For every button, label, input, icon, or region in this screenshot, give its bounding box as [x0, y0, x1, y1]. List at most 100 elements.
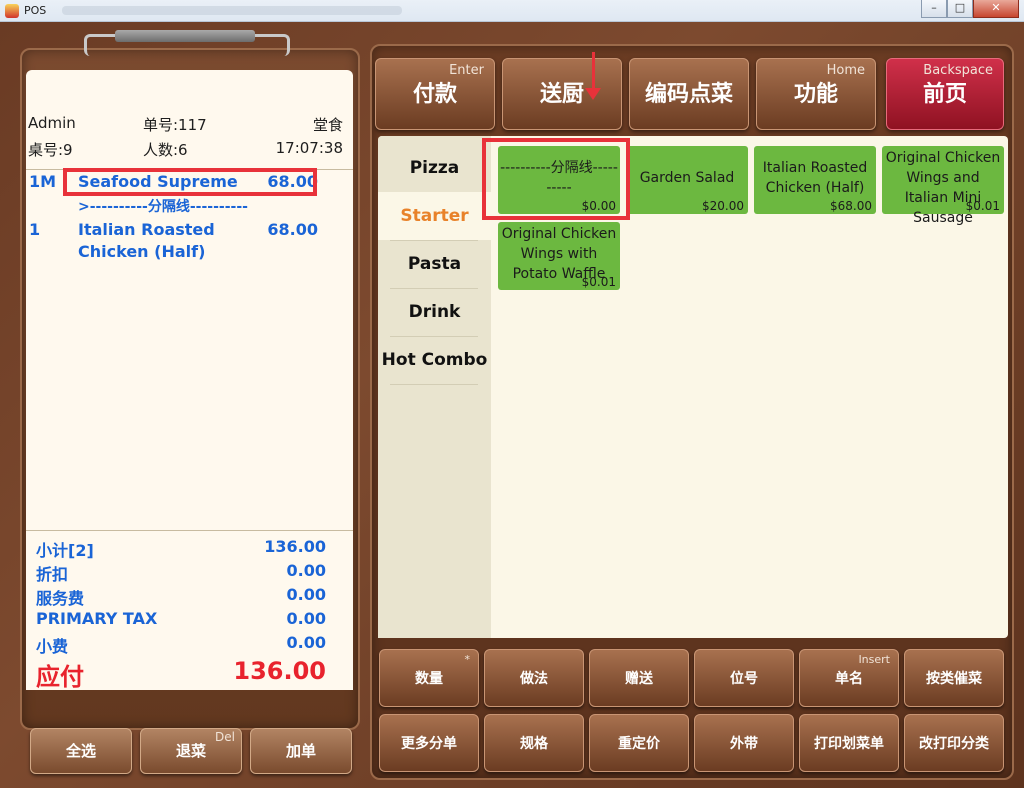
order-line-name: Italian Roasted: [78, 220, 215, 239]
select-all-button[interactable]: 全选: [30, 728, 132, 774]
order-line-qty: 1: [29, 220, 41, 239]
tax-row: PRIMARY TAX 0.00: [36, 609, 326, 628]
seat-number-button[interactable]: 位号: [694, 649, 794, 707]
add-order-label: 加单: [285, 742, 316, 760]
rush-by-category-button[interactable]: 按类催菜: [904, 649, 1004, 707]
separator-text: >----------分隔线----------: [78, 199, 248, 215]
order-line-price: 68.00: [267, 220, 318, 239]
quantity-button[interactable]: * 数量: [379, 649, 479, 707]
subtotal-label: 小计[2]: [36, 541, 94, 560]
dish-name: Italian Roasted Chicken (Half): [762, 160, 868, 196]
category-pizza[interactable]: Pizza: [378, 144, 491, 192]
order-line-separator[interactable]: >----------分隔线----------: [26, 194, 353, 218]
separator-highlight-box: [63, 168, 317, 196]
subtotal-value: 136.00: [264, 537, 326, 556]
order-totals: 小计[2] 136.00 折扣 0.00 服务费 0.00 PRIMARY TA…: [26, 530, 353, 692]
category-starter[interactable]: Starter: [378, 192, 491, 240]
receipt-time: 17:07:38: [275, 139, 343, 157]
order-line[interactable]: 1 Italian Roasted Chicken (Half) 68.00: [26, 218, 353, 266]
blurred-url: [62, 6, 402, 15]
window-title: POS: [24, 4, 47, 17]
category-divider: [390, 384, 478, 385]
minimize-button[interactable]: –: [921, 0, 947, 18]
code-order-button[interactable]: 编码点菜: [629, 58, 749, 130]
dish-name: Original Chicken Wings and Italian Mini …: [885, 150, 1001, 226]
receipt-user: Admin: [28, 114, 76, 132]
category-drink[interactable]: Drink: [378, 288, 491, 336]
receipt-header: Admin 单号:117 堂食 桌号:9 人数:6 17:07:38: [26, 70, 353, 170]
pay-button[interactable]: Enter 付款: [375, 58, 495, 130]
order-line-name-cont: Chicken (Half): [78, 242, 206, 261]
close-button[interactable]: ✕: [973, 0, 1019, 18]
gift-label: 赠送: [625, 671, 653, 687]
service-label: 服务费: [36, 589, 85, 608]
return-dish-hotkey: Del: [215, 730, 235, 744]
gift-button[interactable]: 赠送: [589, 649, 689, 707]
more-split-button[interactable]: 更多分单: [379, 714, 479, 772]
category-pasta[interactable]: Pasta: [378, 240, 491, 288]
dish-highlight-box: [482, 138, 630, 220]
functions-label: 功能: [793, 82, 838, 107]
dish-item[interactable]: Italian Roasted Chicken (Half) $68.00: [754, 146, 876, 214]
dish-price: $68.00: [830, 199, 872, 213]
maximize-button[interactable]: □: [947, 0, 973, 18]
takeaway-label: 外带: [730, 736, 758, 752]
more-split-label: 更多分单: [401, 736, 457, 752]
order-name-label: 单名: [835, 671, 863, 687]
service-row: 服务费 0.00: [36, 585, 326, 609]
order-line-qty: 1M: [29, 172, 57, 191]
reprice-button[interactable]: 重定价: [589, 714, 689, 772]
rush-by-category-label: 按类催菜: [926, 671, 982, 687]
category-list: Pizza Starter Pasta Drink Hot Combo: [378, 136, 491, 638]
pay-hotkey: Enter: [449, 63, 484, 78]
category-hot-combo[interactable]: Hot Combo: [378, 336, 491, 384]
tip-value: 0.00: [286, 633, 326, 652]
change-print-category-button[interactable]: 改打印分类: [904, 714, 1004, 772]
send-kitchen-label: 送厨: [539, 82, 584, 107]
functions-button[interactable]: Home 功能: [756, 58, 876, 130]
dish-price: $20.00: [702, 199, 744, 213]
dish-price: $0.01: [581, 275, 616, 289]
previous-page-button[interactable]: Backspace 前页: [886, 58, 1004, 130]
tax-value: 0.00: [286, 609, 326, 628]
previous-page-hotkey: Backspace: [923, 63, 993, 78]
order-name-button[interactable]: Insert 单名: [799, 649, 899, 707]
select-all-label: 全选: [65, 742, 96, 760]
discount-label: 折扣: [36, 565, 69, 584]
pos-app-icon: [5, 4, 19, 18]
quantity-label: 数量: [415, 671, 443, 687]
amount-due-row: 应付 136.00: [36, 657, 326, 692]
tip-row: 小费 0.00: [36, 633, 326, 657]
service-value: 0.00: [286, 585, 326, 604]
dish-price: $0.01: [965, 199, 1000, 213]
takeaway-button[interactable]: 外带: [694, 714, 794, 772]
receipt-table-no: 桌号:9: [28, 141, 73, 159]
dish-name: Garden Salad: [639, 170, 735, 186]
quantity-hotkey: *: [464, 653, 471, 666]
functions-hotkey: Home: [826, 63, 865, 78]
order-receipt: Admin 单号:117 堂食 桌号:9 人数:6 17:07:38 1M Se…: [26, 70, 353, 692]
specification-button[interactable]: 规格: [484, 714, 584, 772]
print-checklist-button[interactable]: 打印划菜单: [799, 714, 899, 772]
receipt-dine-type: 堂食: [312, 116, 343, 134]
add-order-button[interactable]: 加单: [250, 728, 352, 774]
send-kitchen-button[interactable]: 送厨: [502, 58, 622, 130]
dish-item[interactable]: Original Chicken Wings with Potato Waffl…: [498, 222, 620, 290]
seat-number-label: 位号: [730, 671, 758, 687]
receipt-guests: 人数:6: [143, 141, 188, 159]
discount-value: 0.00: [286, 561, 326, 580]
discount-row: 折扣 0.00: [36, 561, 326, 585]
receipt-order-no: 单号:117: [143, 116, 207, 134]
previous-page-label: 前页: [922, 82, 967, 107]
annotation-arrow-head: [585, 88, 601, 100]
specification-label: 规格: [520, 736, 548, 752]
tax-label: PRIMARY TAX: [36, 609, 158, 628]
reprice-label: 重定价: [618, 736, 660, 752]
return-dish-button[interactable]: Del 退菜: [140, 728, 242, 774]
code-order-label: 编码点菜: [644, 82, 733, 107]
amount-due-label: 应付: [36, 663, 84, 691]
amount-due-value: 136.00: [233, 657, 326, 685]
cooking-method-button[interactable]: 做法: [484, 649, 584, 707]
dish-item[interactable]: Original Chicken Wings and Italian Mini …: [882, 146, 1004, 226]
dish-item[interactable]: Garden Salad $20.00: [626, 146, 748, 214]
